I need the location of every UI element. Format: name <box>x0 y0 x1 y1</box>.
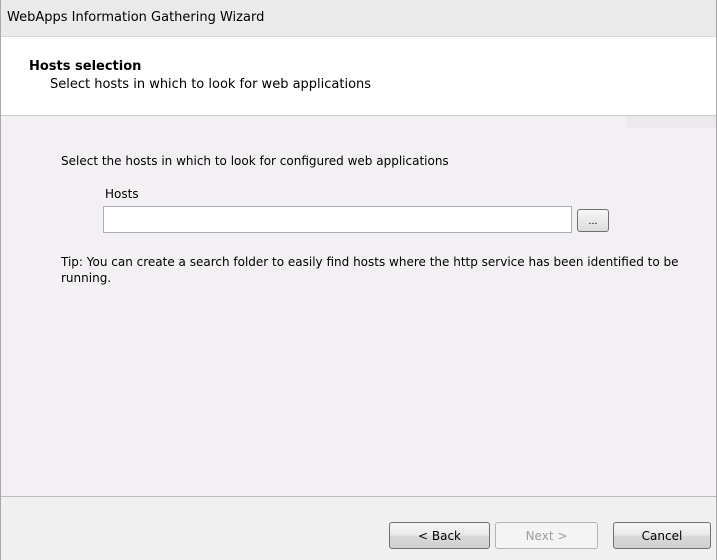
title-bar: WebApps Information Gathering Wizard <box>1 0 716 37</box>
hosts-input[interactable] <box>103 206 572 233</box>
wizard-header: Hosts selection Select hosts in which to… <box>1 37 716 116</box>
back-button[interactable]: < Back <box>389 522 490 549</box>
wizard-window: WebApps Information Gathering Wizard Hos… <box>0 0 717 560</box>
hosts-label: Hosts <box>105 187 139 201</box>
page-subtitle: Select hosts in which to look for web ap… <box>50 77 372 92</box>
wizard-content: Select the hosts in which to look for co… <box>1 117 716 495</box>
intro-text: Select the hosts in which to look for co… <box>61 154 449 168</box>
browse-hosts-button[interactable]: ... <box>577 209 609 232</box>
window-title: WebApps Information Gathering Wizard <box>7 10 265 25</box>
next-button[interactable]: Next > <box>495 522 598 549</box>
tip-text: Tip: You can create a search folder to e… <box>61 255 679 285</box>
wizard-footer: < Back Next > Cancel <box>1 497 716 560</box>
cancel-button[interactable]: Cancel <box>613 522 711 549</box>
page-title: Hosts selection <box>29 59 142 74</box>
